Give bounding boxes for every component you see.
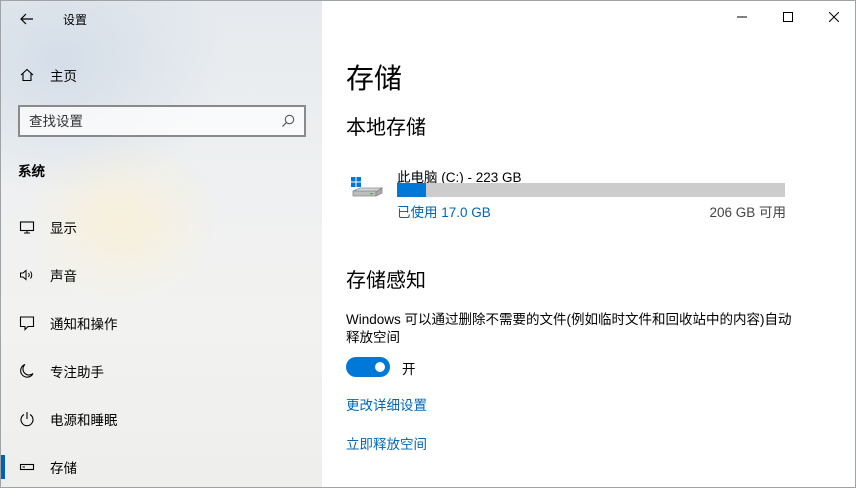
sidebar-item-home[interactable]: 主页 [1, 55, 322, 95]
minimize-button[interactable] [719, 1, 765, 33]
close-button[interactable] [811, 1, 855, 33]
storage-usage-fill [397, 183, 427, 197]
monitor-icon [18, 218, 36, 236]
search-input[interactable] [20, 107, 270, 135]
sidebar-item-label: 通知和操作 [50, 317, 118, 332]
search-icon [282, 114, 295, 127]
title-bar: 设置 [1, 1, 322, 37]
sidebar-item-label: 显示 [50, 221, 77, 236]
free-space-label: 206 GB 可用 [709, 205, 786, 220]
sidebar-item-display[interactable]: 显示 [1, 207, 322, 247]
local-storage-heading: 本地存储 [346, 117, 426, 139]
page-title: 存储 [346, 63, 403, 94]
sidebar-item-label: 主页 [50, 69, 77, 84]
drive-c[interactable]: 此电脑 (C:) - 223 GB 已使用 17.0 GB 206 GB 可用 [346, 164, 786, 224]
toggle-knob [375, 362, 385, 372]
home-icon [18, 66, 36, 84]
sidebar-item-storage[interactable]: 存储 [1, 447, 322, 487]
sidebar-item-notifications[interactable]: 通知和操作 [1, 303, 322, 343]
section-heading: 系统 [18, 164, 45, 179]
storage-sense-heading: 存储感知 [346, 270, 426, 292]
toggle-state-label: 开 [402, 362, 416, 377]
storage-usage-bar [397, 183, 785, 197]
notification-icon [18, 314, 36, 332]
power-icon [18, 410, 36, 428]
active-indicator [1, 455, 5, 479]
window-controls [719, 1, 855, 33]
close-icon [829, 12, 839, 22]
sidebar-item-label: 存储 [50, 461, 77, 476]
storage-sense-description: Windows 可以通过删除不需要的文件(例如临时文件和回收站中的内容)自动释放… [346, 312, 792, 345]
app-title: 设置 [63, 13, 88, 27]
sidebar-item-label: 电源和睡眠 [50, 413, 118, 428]
sidebar-item-power-sleep[interactable]: 电源和睡眠 [1, 399, 322, 439]
sidebar: 设置 主页 系统 显示 声音 [1, 1, 322, 487]
sidebar-item-label: 声音 [50, 269, 77, 284]
used-space-label: 已使用 17.0 GB [397, 205, 491, 220]
back-button[interactable] [13, 7, 41, 31]
minimize-icon [737, 16, 747, 18]
storage-sense-toggle[interactable] [346, 357, 390, 377]
free-up-space-link[interactable]: 立即释放空间 [346, 433, 427, 453]
maximize-icon [783, 12, 793, 22]
change-settings-link[interactable]: 更改详细设置 [346, 394, 427, 414]
content-pane: 存储 本地存储 此电脑 (C:) - 223 GB 已使用 17.0 GB 20… [322, 1, 855, 487]
sidebar-item-sound[interactable]: 声音 [1, 255, 322, 295]
speaker-icon [18, 266, 36, 284]
drive-windows-icon [351, 177, 384, 197]
sidebar-item-focus-assist[interactable]: 专注助手 [1, 351, 322, 391]
search-field[interactable] [18, 105, 306, 137]
maximize-button[interactable] [765, 1, 811, 33]
back-arrow-icon [20, 13, 33, 25]
settings-window: 设置 主页 系统 显示 声音 [0, 0, 856, 488]
storage-icon [18, 458, 36, 476]
sidebar-item-label: 专注助手 [50, 365, 104, 380]
moon-icon [18, 362, 36, 380]
